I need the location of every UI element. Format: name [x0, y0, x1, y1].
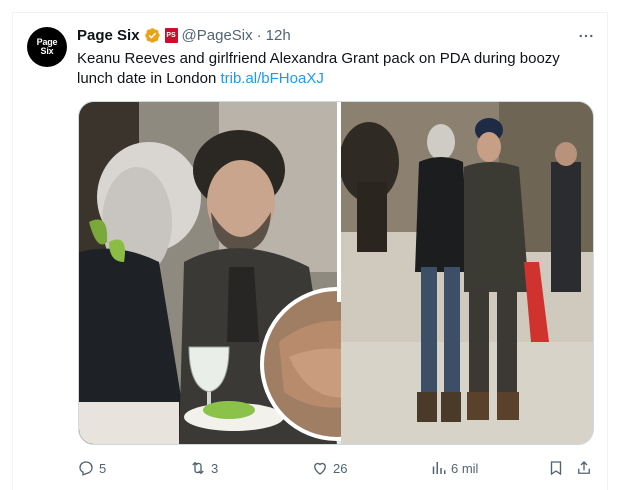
- share-button[interactable]: [575, 458, 593, 478]
- reply-icon: [79, 461, 93, 476]
- avatar-text-line2: Six: [40, 46, 54, 56]
- separator-dot: ·: [256, 26, 262, 44]
- views-icon: [432, 462, 446, 474]
- retweet-button[interactable]: 3: [189, 458, 218, 478]
- tweet-actions: 5 3 26 6 mil: [77, 458, 597, 478]
- views-button[interactable]: 6 mil: [429, 458, 478, 478]
- bookmark-button[interactable]: [547, 458, 565, 478]
- reply-button[interactable]: 5: [77, 458, 106, 478]
- retweet-count: 3: [211, 460, 219, 476]
- retweet-icon: [192, 461, 204, 475]
- views-count: 6 mil: [451, 460, 479, 476]
- reply-count: 5: [99, 460, 107, 476]
- tweet-text: Keanu Reeves and girlfriend Alexandra Gr…: [77, 49, 587, 89]
- share-icon: [578, 461, 590, 474]
- verified-badge-icon[interactable]: [144, 27, 161, 44]
- display-name[interactable]: Page Six: [77, 27, 140, 44]
- tweet-header: Page Six PS @PageSix · 12h: [77, 25, 291, 45]
- like-button[interactable]: 26: [311, 458, 347, 478]
- photo-right[interactable]: [339, 102, 594, 445]
- handle[interactable]: @PageSix: [182, 27, 253, 44]
- like-icon: [314, 462, 326, 475]
- timestamp[interactable]: 12h: [266, 27, 291, 44]
- like-count: 26: [333, 460, 348, 476]
- affiliate-badge-icon[interactable]: PS: [164, 27, 178, 43]
- tweet-link[interactable]: trib.al/bFHoaXJ: [220, 70, 323, 87]
- photo-collage: [79, 102, 594, 445]
- bookmark-icon: [550, 461, 562, 476]
- more-options-icon[interactable]: [576, 26, 596, 46]
- avatar[interactable]: Page Six: [27, 27, 67, 67]
- tweet-media[interactable]: [78, 101, 594, 445]
